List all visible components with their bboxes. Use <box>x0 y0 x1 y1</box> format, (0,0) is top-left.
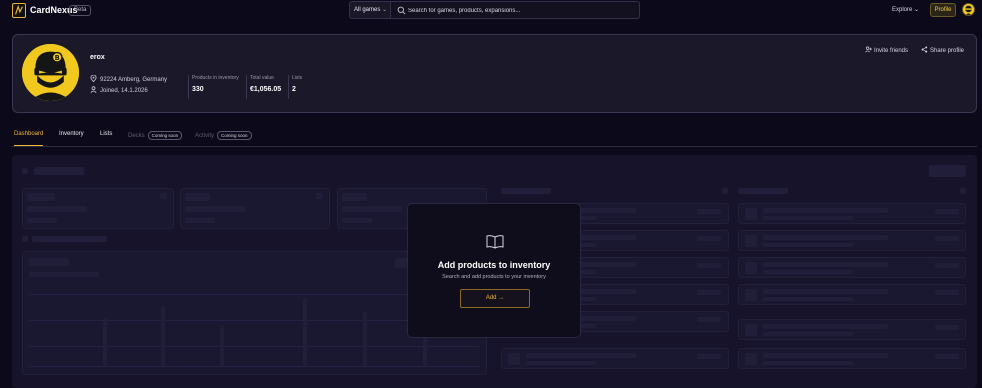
explore-menu[interactable]: Explore ⌄ <box>892 6 919 13</box>
share-profile-button[interactable]: Share profile <box>921 46 964 54</box>
stat-label: Products in inventory <box>192 75 239 81</box>
avatar[interactable] <box>962 3 975 16</box>
search-bar[interactable] <box>391 1 640 19</box>
stat-label: Total value <box>250 75 274 81</box>
stat-products-in-inventory: Products in inventory 330 <box>188 75 239 99</box>
share-label: Share profile <box>930 48 965 54</box>
book-icon <box>486 235 504 249</box>
invite-label: Invite friends <box>874 48 909 54</box>
svg-text:B: B <box>55 54 60 62</box>
empty-state-title: Add products to inventory <box>437 260 551 270</box>
stat-total-value: Total value €1,056.05 <box>246 75 281 99</box>
tab-inventory[interactable]: Inventory <box>59 131 84 137</box>
tab-activity-label: Activity <box>195 133 215 139</box>
add-user-icon <box>865 46 872 53</box>
empty-state-subtitle: Search and add products to your inventor… <box>442 274 546 280</box>
joined-text: Joined, 14.1.2026 <box>100 88 148 94</box>
search-input[interactable] <box>408 4 633 17</box>
coming-soon-badge: Coming soon <box>147 131 183 140</box>
coming-soon-badge: Coming soon <box>217 131 252 140</box>
tab-decks: Decks Coming soon <box>128 131 183 140</box>
profile-avatar: B <box>22 44 79 101</box>
top-bar: CardNexus Beta All games ⌄ Explore ⌄ Pro… <box>0 0 982 22</box>
search-icon <box>397 6 406 15</box>
profile-username: erox <box>90 54 105 61</box>
tab-activity: Activity Coming soon <box>195 131 252 140</box>
chevron-down-icon: ⌄ <box>914 7 920 13</box>
profile-location: 92224 Amberg, Germany <box>90 75 167 83</box>
game-select[interactable]: All games ⌄ <box>349 1 391 19</box>
logo-icon[interactable] <box>12 3 26 18</box>
tab-lists[interactable]: Lists <box>100 131 112 137</box>
profile-joined: Joined, 14.1.2026 <box>90 86 148 94</box>
beta-badge: Beta <box>69 5 92 16</box>
share-icon <box>921 46 928 53</box>
profile-tabs: Dashboard Inventory Lists Decks Coming so… <box>12 128 977 147</box>
chevron-down-icon: ⌄ <box>381 7 387 13</box>
add-products-button[interactable]: Add → <box>460 289 530 308</box>
stat-value: €1,056.05 <box>250 86 282 93</box>
stat-lists: Lists 2 <box>288 75 302 99</box>
stat-value: 2 <box>292 86 296 93</box>
profile-button[interactable]: Profile <box>930 3 956 17</box>
invite-friends-button[interactable]: Invite friends <box>865 46 908 54</box>
game-select-label: All games <box>354 7 381 13</box>
tab-decks-label: Decks <box>128 133 145 139</box>
tab-dashboard[interactable]: Dashboard <box>14 131 44 146</box>
user-icon <box>90 86 97 93</box>
empty-state-card: Add products to inventory Search and add… <box>407 203 581 338</box>
location-pin-icon <box>90 75 97 82</box>
stat-label: Lists <box>292 75 303 81</box>
location-text: 92224 Amberg, Germany <box>100 77 168 83</box>
profile-card: B erox 92224 Amberg, Germany Joined, 14.… <box>12 34 977 113</box>
explore-label: Explore <box>892 7 913 13</box>
stat-value: 330 <box>192 86 204 93</box>
